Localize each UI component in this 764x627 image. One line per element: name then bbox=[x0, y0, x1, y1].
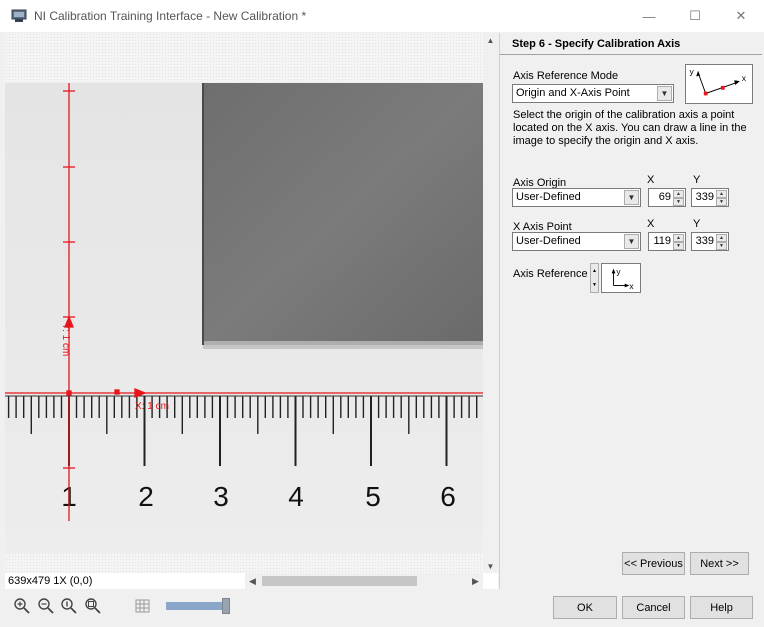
x-axis-point-mode-select[interactable]: User-Defined ▼ bbox=[512, 232, 641, 251]
axis-reference-label: Axis Reference bbox=[513, 268, 588, 280]
minimize-button[interactable]: — bbox=[626, 0, 672, 32]
increment-icon[interactable]: ▲ bbox=[673, 234, 684, 242]
scroll-left-icon[interactable]: ◀ bbox=[245, 573, 260, 589]
viewer-status-row: 639x479 1X (0,0) ◀ ▶ bbox=[5, 573, 498, 589]
wood-shadow bbox=[203, 341, 483, 349]
title-bar: NI Calibration Training Interface - New … bbox=[0, 0, 764, 32]
image-viewer[interactable]: 1 2 3 4 5 6 Y: 1 cm X: 1 cm ▲ ▼ 639x479 … bbox=[5, 33, 498, 589]
ruler-number: 5 bbox=[365, 481, 381, 512]
axis-origin-mode-select[interactable]: User-Defined ▼ bbox=[512, 188, 641, 207]
zoom-slider-thumb[interactable] bbox=[222, 598, 230, 614]
zoom-out-icon[interactable] bbox=[37, 597, 55, 615]
increment-icon[interactable]: ▲ bbox=[716, 234, 727, 242]
vertical-scrollbar[interactable]: ▲ ▼ bbox=[483, 33, 498, 573]
scroll-up-icon[interactable]: ▲ bbox=[483, 33, 498, 47]
grid-icon[interactable] bbox=[134, 597, 152, 615]
ok-button[interactable]: OK bbox=[553, 596, 617, 619]
step-panel: Step 6 - Specify Calibration Axis Axis R… bbox=[499, 33, 762, 589]
x-axis-point-handle[interactable] bbox=[114, 389, 120, 395]
image-canvas[interactable]: 1 2 3 4 5 6 Y: 1 cm X: 1 cm bbox=[5, 33, 483, 573]
x-axis-point-x-header: X bbox=[647, 218, 655, 230]
previous-button[interactable]: << Previous bbox=[622, 552, 685, 575]
increment-icon[interactable]: ▲ bbox=[673, 190, 684, 198]
app-icon bbox=[11, 9, 27, 22]
axis-reference-preview-icon: y x bbox=[601, 263, 641, 293]
chevron-down-icon[interactable]: ▼ bbox=[624, 190, 639, 205]
axis-reference-mode-label: Axis Reference Mode bbox=[513, 70, 619, 82]
x-axis-point-y-value: 339 bbox=[695, 235, 714, 247]
axis-origin-y-stepper[interactable]: 339 ▲ ▼ bbox=[691, 188, 729, 207]
decrement-icon[interactable]: ▼ bbox=[716, 242, 727, 250]
origin-handle[interactable] bbox=[66, 390, 72, 396]
x-axis-point-y-header: Y bbox=[693, 218, 701, 230]
wood-block bbox=[203, 83, 483, 345]
axis-origin-y-value: 339 bbox=[695, 191, 714, 203]
calibration-image[interactable]: 1 2 3 4 5 6 Y: 1 cm X: 1 cm bbox=[5, 83, 483, 553]
cancel-button[interactable]: Cancel bbox=[622, 596, 685, 619]
axis-mode-preview-icon: y x bbox=[685, 64, 753, 104]
axis-origin-x-stepper[interactable]: 69 ▲ ▼ bbox=[648, 188, 686, 207]
ruler-number: 2 bbox=[138, 481, 154, 512]
step-description: Select the origin of the calibration axi… bbox=[513, 109, 747, 147]
decrement-icon[interactable]: ▼ bbox=[716, 198, 727, 206]
scroll-down-icon[interactable]: ▼ bbox=[483, 559, 498, 573]
maximize-button[interactable]: ☐ bbox=[672, 0, 718, 32]
reference-x-letter: x bbox=[629, 281, 634, 291]
x-axis-label: X: 1 cm bbox=[135, 401, 169, 412]
decrement-icon[interactable]: ▼ bbox=[673, 198, 684, 206]
increment-icon[interactable]: ▲ bbox=[716, 190, 727, 198]
ruler-number: 4 bbox=[288, 481, 304, 512]
zoom-slider-track[interactable] bbox=[166, 602, 226, 610]
chevron-down-icon[interactable]: ▼ bbox=[624, 234, 639, 249]
preview-y-letter: y bbox=[690, 67, 695, 77]
ruler-number: 6 bbox=[440, 481, 456, 512]
axis-origin-mode-value: User-Defined bbox=[516, 191, 581, 203]
zoom-actual-size-icon[interactable] bbox=[60, 597, 78, 615]
axis-origin-x-value: 69 bbox=[658, 191, 671, 203]
scroll-right-icon[interactable]: ▶ bbox=[468, 573, 483, 589]
decrement-icon[interactable]: ▼ bbox=[673, 242, 684, 250]
bottom-toolbar: OK Cancel Help bbox=[0, 590, 764, 627]
close-button[interactable]: ✕ bbox=[718, 0, 764, 32]
image-status: 639x479 1X (0,0) bbox=[8, 575, 93, 587]
axis-reference-mode-value: Origin and X-Axis Point bbox=[516, 87, 630, 99]
x-axis-point-x-stepper[interactable]: 119 ▲ ▼ bbox=[648, 232, 686, 251]
zoom-to-fit-icon[interactable] bbox=[84, 597, 102, 615]
y-axis-label: Y: 1 cm bbox=[60, 323, 71, 356]
axis-reference-mode-select[interactable]: Origin and X-Axis Point ▼ bbox=[512, 84, 674, 103]
reference-y-letter: y bbox=[616, 266, 621, 276]
zoom-in-icon[interactable] bbox=[13, 597, 31, 615]
x-axis-point-y-stepper[interactable]: 339 ▲ ▼ bbox=[691, 232, 729, 251]
preview-x-letter: x bbox=[742, 73, 747, 83]
calibration-window: NI Calibration Training Interface - New … bbox=[0, 0, 764, 627]
horizontal-scroll-thumb[interactable] bbox=[262, 576, 417, 586]
x-axis-point-x-value: 119 bbox=[653, 235, 671, 247]
down-arrow-icon[interactable]: ▼ bbox=[591, 278, 598, 292]
x-axis-point-mode-value: User-Defined bbox=[516, 235, 581, 247]
chevron-down-icon[interactable]: ▼ bbox=[657, 86, 672, 101]
step-title: Step 6 - Specify Calibration Axis bbox=[500, 33, 762, 55]
ruler-number: 3 bbox=[213, 481, 229, 512]
help-button[interactable]: Help bbox=[690, 596, 753, 619]
window-title: NI Calibration Training Interface - New … bbox=[34, 9, 307, 23]
up-arrow-icon[interactable]: ▲ bbox=[591, 264, 598, 278]
next-button[interactable]: Next >> bbox=[690, 552, 749, 575]
axis-origin-x-header: X bbox=[647, 174, 655, 186]
axis-reference-spinner[interactable]: ▲ ▼ bbox=[590, 263, 599, 293]
axis-origin-y-header: Y bbox=[693, 174, 701, 186]
horizontal-scrollbar[interactable]: ◀ ▶ bbox=[245, 573, 483, 589]
